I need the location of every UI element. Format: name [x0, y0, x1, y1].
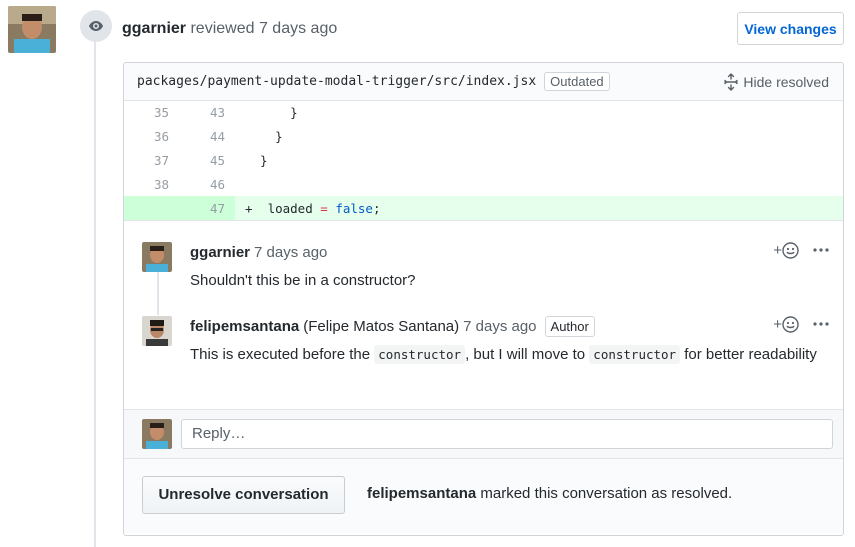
diff-line: 47 + loaded = false; [124, 196, 843, 220]
unresolve-conversation-button[interactable]: Unresolve conversation [142, 475, 345, 514]
diff-table: 35 43 } 36 44 } 37 45 } 38 46 47 + loaded = false… [124, 101, 843, 220]
comment-time[interactable]: 7 days ago [254, 244, 327, 261]
new-line-number[interactable]: 43 [179, 101, 235, 125]
code-line: } [235, 125, 843, 149]
text-segment: , but I will move to [465, 345, 590, 363]
text-segment: for better readability [680, 345, 817, 363]
plus-icon: + [773, 315, 782, 333]
diff-line: 35 43 } [124, 101, 843, 125]
timeline-line [94, 40, 96, 547]
eye-icon [80, 10, 112, 42]
avatar[interactable] [142, 418, 172, 449]
review-action: reviewed [190, 20, 255, 37]
inline-code: constructor [589, 344, 681, 364]
old-line-number[interactable]: 35 [124, 101, 179, 125]
view-changes-button[interactable]: View changes [737, 12, 844, 45]
smiley-icon [782, 242, 799, 259]
comment-text: This is executed before the constructor,… [190, 343, 829, 366]
resolver-name[interactable]: felipemsantana [367, 485, 476, 502]
new-line-number[interactable]: 44 [179, 125, 235, 149]
thread-connector [157, 268, 159, 315]
review-author[interactable]: ggarnier [122, 20, 186, 37]
comment-author-fullname: (Felipe Matos Santana) [303, 318, 460, 336]
file-path[interactable]: packages/payment-update-modal-trigger/sr… [137, 74, 536, 89]
new-line-number[interactable]: 45 [179, 149, 235, 173]
add-reaction-button[interactable]: + [773, 316, 799, 333]
comment-list: ggarnier 7 days ago Shouldn't this be in… [124, 219, 843, 409]
reply-input[interactable] [181, 418, 833, 449]
code-line: } [235, 149, 843, 173]
kebab-horizontal-icon[interactable] [813, 247, 829, 253]
kebab-horizontal-icon[interactable] [813, 321, 829, 327]
hide-resolved-label: Hide resolved [743, 74, 829, 90]
plus-icon: + [773, 241, 782, 259]
unfold-icon [724, 73, 739, 91]
code-line: } [235, 101, 843, 125]
old-line-number[interactable]: 38 [124, 172, 179, 196]
hide-resolved-button[interactable]: Hide resolved [723, 73, 829, 91]
comment-author[interactable]: ggarnier [190, 244, 250, 261]
diff-line: 36 44 } [124, 125, 843, 149]
code-token: ; [372, 200, 381, 216]
code-token: false [335, 200, 373, 216]
old-line-number[interactable] [124, 196, 179, 220]
comment-text: Shouldn't this be in a constructor? [190, 271, 416, 289]
code-token: loaded [252, 200, 321, 216]
author-badge: Author [544, 316, 595, 338]
new-line-number[interactable]: 46 [179, 172, 235, 196]
text-segment: This is executed before the [190, 345, 375, 363]
file-header: packages/payment-update-modal-trigger/sr… [124, 63, 843, 101]
resolved-message: marked this conversation as resolved. [476, 484, 733, 502]
old-line-number[interactable]: 36 [124, 125, 179, 149]
add-reaction-button[interactable]: + [773, 242, 799, 259]
code-line [235, 172, 843, 196]
new-line-number[interactable]: 47 [179, 196, 235, 220]
comment-time[interactable]: 7 days ago [463, 318, 536, 335]
resolved-status: felipemsantana marked this conversation … [367, 485, 732, 502]
code-line: + loaded = false; [235, 196, 843, 220]
smiley-icon [782, 316, 799, 333]
code-token: = [320, 200, 328, 216]
reviewer-avatar[interactable] [8, 6, 56, 53]
code-text: } [245, 129, 283, 145]
avatar[interactable] [142, 241, 172, 272]
avatar[interactable] [142, 315, 172, 346]
code-text: } [245, 152, 268, 168]
old-line-number[interactable]: 37 [124, 149, 179, 173]
code-text: } [245, 105, 298, 121]
comment-author[interactable]: felipemsantana [190, 318, 299, 335]
review-header: ggarnier reviewed 7 days ago [122, 20, 337, 38]
review-time[interactable]: 7 days ago [259, 20, 337, 37]
reply-bar [124, 408, 843, 459]
resolve-area: Unresolve conversation felipemsantana ma… [124, 458, 843, 533]
diff-line: 37 45 } [124, 149, 843, 173]
diff-marker: + [245, 200, 253, 216]
inline-code: constructor [374, 344, 466, 364]
outdated-label: Outdated [544, 72, 610, 91]
review-thread: packages/payment-update-modal-trigger/sr… [123, 62, 844, 536]
diff-line: 38 46 [124, 172, 843, 196]
